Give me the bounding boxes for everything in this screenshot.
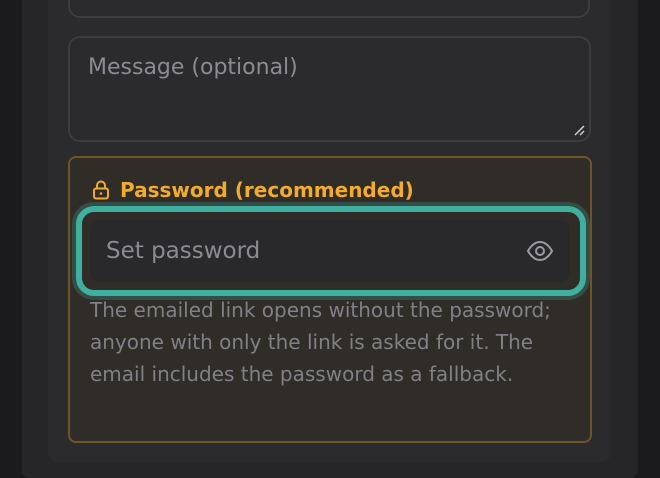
password-focus-ring (76, 206, 586, 296)
resize-handle-icon[interactable] (573, 124, 585, 136)
show-password-button[interactable] (526, 238, 554, 264)
previous-input-field[interactable]: y (68, 0, 590, 18)
password-title: Password (recommended) (120, 178, 414, 202)
password-input[interactable] (90, 220, 510, 282)
password-help-text: The emailed link opens without the passw… (90, 298, 551, 386)
password-field[interactable] (90, 220, 570, 282)
lock-icon (93, 180, 109, 200)
message-textarea[interactable] (70, 38, 589, 140)
password-section: Password (recommended) The emailed link … (68, 156, 592, 443)
password-header: Password (recommended) (92, 178, 414, 202)
message-field[interactable] (68, 36, 591, 142)
eye-icon (526, 240, 554, 262)
